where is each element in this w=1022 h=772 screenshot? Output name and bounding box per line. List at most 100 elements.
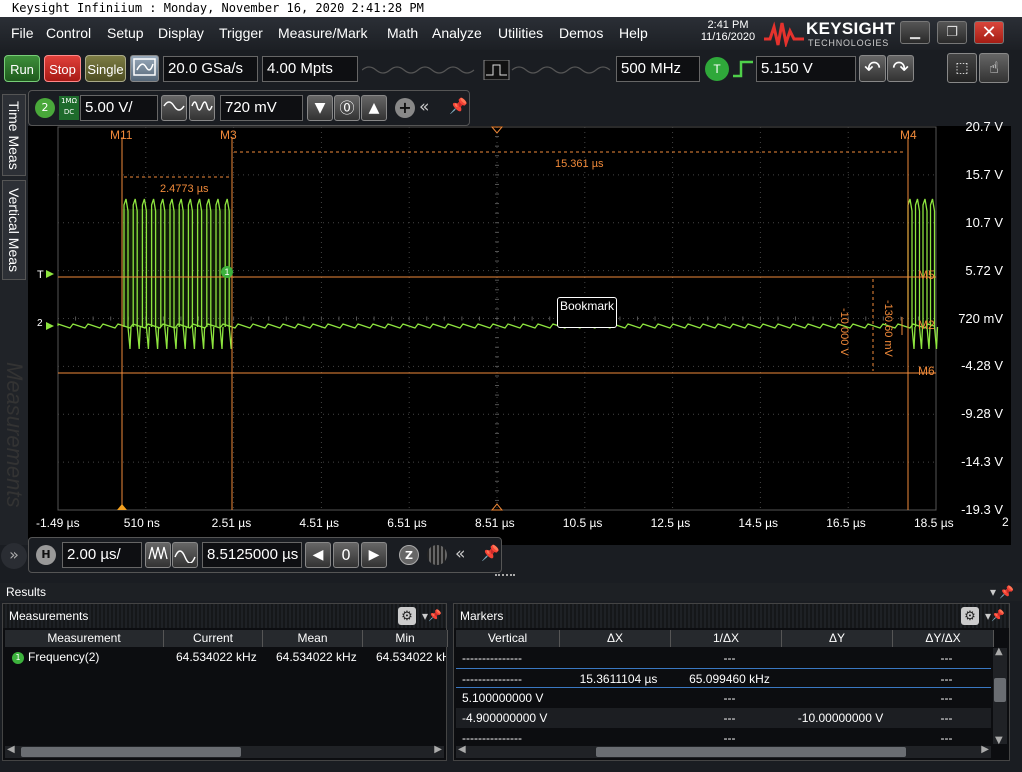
dropdown-icon[interactable]: ▾ [985, 604, 991, 628]
column-delta-x[interactable]: ΔX [560, 630, 671, 647]
pin-button[interactable]: 📌 [449, 97, 468, 115]
column-current[interactable]: Current [164, 630, 263, 647]
offset-down-button[interactable]: ▼ [307, 95, 333, 121]
time-scale-field[interactable]: 2.00 µs/ [62, 542, 142, 568]
scale-increase-button[interactable] [189, 95, 215, 121]
tab-measurements[interactable]: Measurements [2, 350, 27, 520]
table-cell [788, 689, 893, 707]
column-delta-y[interactable]: ΔY [782, 630, 893, 647]
touch-gesture-button[interactable]: ☝ [979, 53, 1009, 83]
position-zero-button[interactable]: 0 [333, 542, 359, 568]
bandwidth-field[interactable]: 500 MHz [616, 56, 700, 82]
menu-demos[interactable]: Demos [559, 25, 603, 41]
results-header: Results ▾ 📌 [0, 583, 1022, 601]
splitter-grip[interactable] [495, 574, 515, 578]
knob-icon[interactable] [427, 545, 447, 565]
menu-file[interactable]: File [11, 25, 34, 41]
scroll-right-icon[interactable]: ▶ [434, 744, 442, 755]
minimize-button[interactable]: ▁ [900, 21, 930, 44]
scroll-left-icon[interactable]: ◀ [458, 744, 466, 755]
measurements-scrollbar[interactable]: ◀ ▶ [5, 744, 444, 758]
rising-edge-icon[interactable] [731, 58, 755, 80]
expand-panel-button[interactable]: » [1, 543, 27, 569]
undo-button[interactable]: ↶ [859, 55, 886, 82]
menu-setup[interactable]: Setup [107, 25, 144, 41]
trigger-badge[interactable]: T [705, 57, 729, 81]
tab-vertical-meas[interactable]: Vertical Meas [2, 180, 26, 280]
position-right-button[interactable]: ▶ [361, 542, 387, 568]
auto-scale-button[interactable] [130, 55, 159, 82]
scroll-right-icon[interactable]: ▶ [981, 744, 989, 755]
gear-icon[interactable]: ⚙ [961, 607, 979, 625]
table-row[interactable]: --------------- --- --- [456, 648, 991, 668]
scrollbar-thumb[interactable] [596, 747, 906, 757]
table-row[interactable]: -4.900000000 V --- -10.00000000 V --- [456, 708, 991, 728]
menu-analyze[interactable]: Analyze [432, 25, 482, 41]
horizontal-badge[interactable]: H [36, 545, 56, 565]
trigger-level-field[interactable]: 5.150 V [756, 56, 856, 82]
markers-vscrollbar[interactable]: ▲ ▼ [993, 646, 1007, 746]
collapse-button[interactable]: « [419, 97, 429, 117]
menu-control[interactable]: Control [46, 25, 91, 41]
vertical-scale-field[interactable]: 5.00 V/ [80, 95, 158, 121]
time-scale-expand-button[interactable] [172, 542, 198, 568]
table-cell [788, 649, 893, 667]
column-inverse-delta-x[interactable]: 1/ΔX [671, 630, 782, 647]
gear-icon[interactable]: ⚙ [398, 607, 416, 625]
position-left-button[interactable]: ◀ [305, 542, 331, 568]
menu-utilities[interactable]: Utilities [498, 25, 543, 41]
add-channel-button[interactable]: + [395, 98, 415, 118]
redo-button[interactable]: ↷ [887, 55, 914, 82]
pin-icon[interactable]: 📌 [999, 583, 1014, 601]
column-measurement[interactable]: Measurement [5, 630, 164, 647]
zoom-button[interactable]: ⬚ [947, 53, 977, 83]
collapse-horizontal-button[interactable]: « [455, 544, 465, 564]
table-row[interactable]: 5.100000000 V --- --- [456, 688, 991, 708]
time-scale-compress-button[interactable] [145, 542, 171, 568]
coupling-indicator[interactable]: 1MΩ DC [59, 96, 79, 120]
vertical-offset-field[interactable]: 720 mV [220, 95, 303, 121]
menu-math[interactable]: Math [387, 25, 418, 41]
zoom-z-button[interactable]: Z [399, 545, 419, 565]
maximize-button[interactable]: ❐ [937, 21, 967, 44]
dropdown-icon[interactable]: ▾ [422, 604, 428, 628]
menu-measure-mark[interactable]: Measure/Mark [278, 25, 367, 41]
scrollbar-thumb[interactable] [21, 747, 241, 757]
table-cell: 65.099460 kHz [689, 672, 770, 686]
pin-icon[interactable]: 📌 [991, 604, 1005, 628]
redo-icon: ↷ [892, 56, 909, 80]
table-row[interactable]: --------------- --- --- [456, 728, 991, 748]
table-cell: --- [940, 672, 953, 686]
time-position-field[interactable]: 8.5125000 µs [202, 542, 302, 568]
offset-up-button[interactable]: ▲ [361, 95, 387, 121]
stop-button[interactable]: Stop [44, 55, 81, 82]
column-delta-y-over-delta-x[interactable]: ΔY/ΔX [893, 630, 994, 647]
sample-rate-field[interactable]: 20.0 GSa/s [163, 56, 258, 82]
column-min[interactable]: Min [363, 630, 448, 647]
column-vertical[interactable]: Vertical [456, 630, 560, 647]
close-button[interactable]: ✕ [974, 21, 1004, 44]
scale-decrease-button[interactable] [161, 95, 187, 121]
x-axis-label: 12.5 µs [650, 516, 691, 530]
memory-depth-field[interactable]: 4.00 Mpts [262, 56, 358, 82]
offset-zero-button[interactable]: ⓪ [334, 95, 360, 121]
tab-time-meas[interactable]: Time Meas [2, 94, 26, 176]
dropdown-icon[interactable]: ▾ [990, 583, 996, 601]
waveform-display[interactable]: M11 M3 M4 M5 M2 M6 2.4773 µs 15.361 µs -10.000 V… [28, 119, 1011, 545]
scrollbar-thumb[interactable] [994, 678, 1006, 702]
menu-help[interactable]: Help [619, 25, 648, 41]
markers-hscrollbar[interactable]: ◀ ▶ [456, 744, 991, 758]
run-button[interactable]: Run [4, 55, 40, 82]
channel-badge[interactable]: 2 [35, 98, 55, 118]
table-cell: --- [723, 711, 736, 725]
menu-display[interactable]: Display [158, 25, 204, 41]
pin-icon[interactable]: 📌 [428, 604, 442, 628]
single-button[interactable]: Single [85, 55, 126, 82]
menu-trigger[interactable]: Trigger [219, 25, 263, 41]
scroll-up-icon[interactable]: ▲ [995, 646, 1003, 657]
scroll-left-icon[interactable]: ◀ [7, 744, 15, 755]
scroll-down-icon[interactable]: ▼ [995, 735, 1003, 746]
column-mean[interactable]: Mean [263, 630, 363, 647]
table-row[interactable]: --------------- 15.3611104 µs 65.099460 kH… [456, 668, 991, 688]
pin-horizontal-button[interactable]: 📌 [481, 544, 500, 562]
